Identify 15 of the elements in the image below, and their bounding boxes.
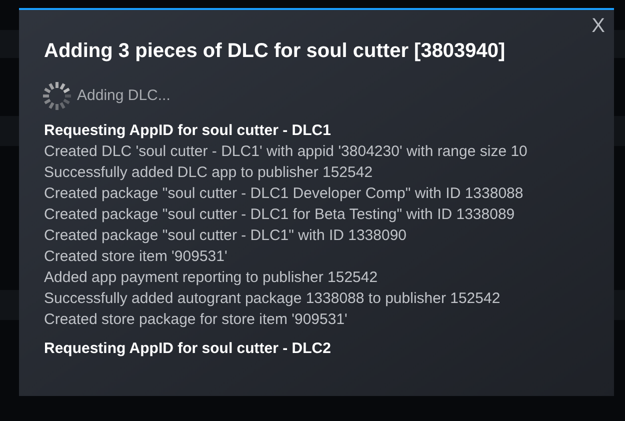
status-text: Adding DLC... [77, 86, 170, 106]
loading-spinner-icon [41, 80, 73, 112]
dialog-title: Adding 3 pieces of DLC for soul cutter [3803940] [44, 39, 506, 64]
close-button[interactable]: X [592, 16, 605, 36]
log-line: Created store package for store item '909531' [44, 310, 348, 330]
log-line: Successfully added DLC app to publisher 152542 [44, 163, 374, 183]
log-line: Created package "soul cutter - DLC1 for Beta Testing" with ID 1338089 [44, 205, 516, 225]
log-line: Created package "soul cutter - DLC1 Developer Comp" with ID 1338088 [44, 184, 524, 204]
log-line: Created store item '909531' [44, 247, 228, 267]
log-line: Added app payment reporting to publisher 152542 [44, 268, 379, 288]
log-line: Created DLC 'soul cutter - DLC1' with appid '3804230' with range size 10 [44, 142, 528, 162]
section-heading: Requesting AppID for soul cutter - DLC1 [44, 121, 332, 141]
section-heading: Requesting AppID for soul cutter - DLC2 [44, 339, 332, 359]
log-line: Successfully added autogrant package 1338088 to publisher 152542 [44, 289, 502, 309]
log-line: Created package "soul cutter - DLC1" with ID 1338090 [44, 226, 408, 246]
